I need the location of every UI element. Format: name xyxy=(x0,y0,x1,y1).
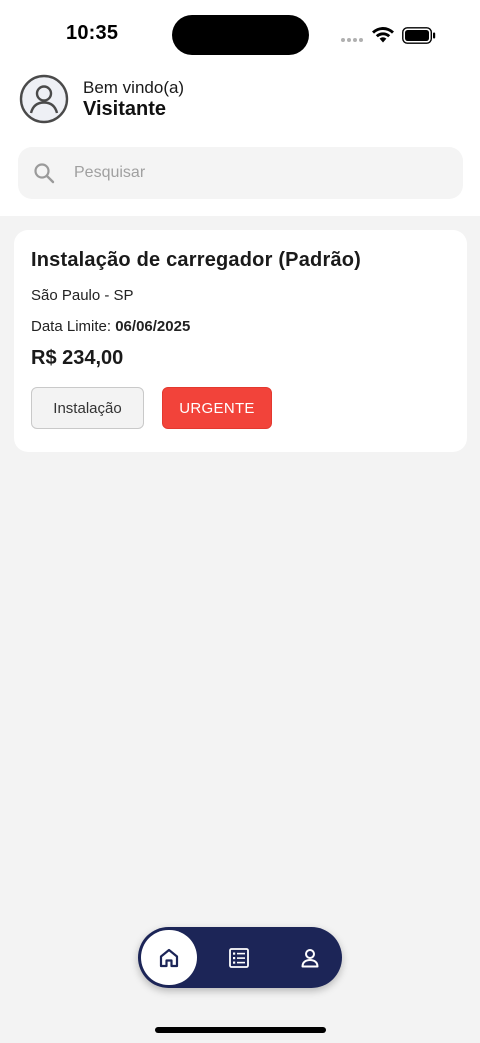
deadline-label: Data Limite: xyxy=(31,318,112,335)
list-icon xyxy=(229,948,249,968)
user-avatar-icon[interactable] xyxy=(19,74,69,124)
card-location: São Paulo - SP xyxy=(31,287,134,304)
greeting-text: Bem vindo(a) xyxy=(83,78,185,97)
search-bar[interactable] xyxy=(18,147,463,199)
search-icon xyxy=(34,163,55,184)
nav-list-button[interactable] xyxy=(223,942,255,974)
dynamic-island xyxy=(172,15,309,55)
urgent-tag[interactable]: URGENTE xyxy=(162,387,272,429)
battery-icon xyxy=(402,27,436,44)
status-time: 10:35 xyxy=(66,22,119,44)
search-input[interactable] xyxy=(74,147,444,199)
wifi-icon xyxy=(372,27,394,43)
bottom-nav xyxy=(138,927,342,988)
card-title: Instalação de carregador (Padrão) xyxy=(31,249,362,271)
card-deadline: Data Limite: 06/06/2025 xyxy=(31,318,190,335)
deadline-value: 06/06/2025 xyxy=(115,318,191,335)
nav-home-button[interactable] xyxy=(141,930,197,985)
header-area: 10:35 Bem vindo(a) Visitante xyxy=(0,0,480,216)
home-icon xyxy=(159,948,179,967)
user-name: Visitante xyxy=(83,98,166,120)
home-indicator[interactable] xyxy=(155,1027,326,1033)
nav-profile-button[interactable] xyxy=(294,942,326,974)
service-card[interactable]: Instalação de carregador (Padrão) São Pa… xyxy=(14,230,467,452)
category-tag[interactable]: Instalação xyxy=(31,387,144,429)
cellular-signal-icon xyxy=(341,38,365,44)
card-price: R$ 234,00 xyxy=(31,347,124,369)
profile-icon xyxy=(301,949,319,968)
